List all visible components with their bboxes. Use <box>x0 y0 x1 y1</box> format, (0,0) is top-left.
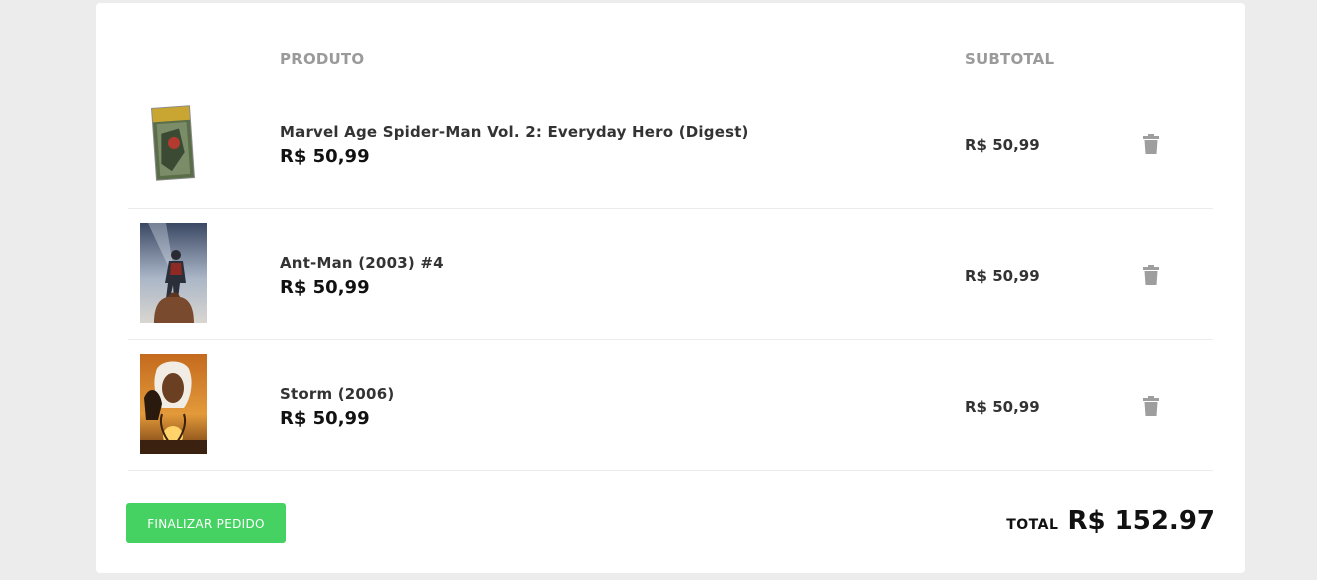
product-price: R$ 50,99 <box>280 277 370 298</box>
product-name[interactable]: Storm (2006) <box>280 385 394 403</box>
order-total: TOTAL R$ 152.97 <box>1006 506 1215 536</box>
trash-icon[interactable] <box>1143 396 1159 416</box>
product-image[interactable] <box>140 93 207 193</box>
column-header-subtotal: SUBTOTAL <box>965 50 1055 68</box>
product-name[interactable]: Ant-Man (2003) #4 <box>280 254 444 272</box>
trash-icon[interactable] <box>1143 134 1159 154</box>
cart-row: Marvel Age Spider-Man Vol. 2: Everyday H… <box>128 78 1213 209</box>
product-subtotal: R$ 50,99 <box>965 398 1040 416</box>
total-label: TOTAL <box>1006 517 1059 533</box>
column-header-product: PRODUTO <box>280 50 365 68</box>
product-price: R$ 50,99 <box>280 146 370 167</box>
product-subtotal: R$ 50,99 <box>965 267 1040 285</box>
row-divider <box>128 470 1213 471</box>
total-value: R$ 152.97 <box>1067 506 1216 536</box>
product-price: R$ 50,99 <box>280 408 370 429</box>
cart-row: Storm (2006) R$ 50,99 R$ 50,99 <box>128 340 1213 471</box>
cart-card: PRODUTO SUBTOTAL Marvel Age Spider-Man V… <box>96 3 1245 573</box>
finish-order-button[interactable]: FINALIZAR PEDIDO <box>126 503 286 543</box>
trash-icon[interactable] <box>1143 265 1159 285</box>
product-name[interactable]: Marvel Age Spider-Man Vol. 2: Everyday H… <box>280 123 749 141</box>
product-image[interactable] <box>140 354 207 454</box>
product-image[interactable] <box>140 223 207 323</box>
cart-row: Ant-Man (2003) #4 R$ 50,99 R$ 50,99 <box>128 209 1213 340</box>
product-subtotal: R$ 50,99 <box>965 136 1040 154</box>
